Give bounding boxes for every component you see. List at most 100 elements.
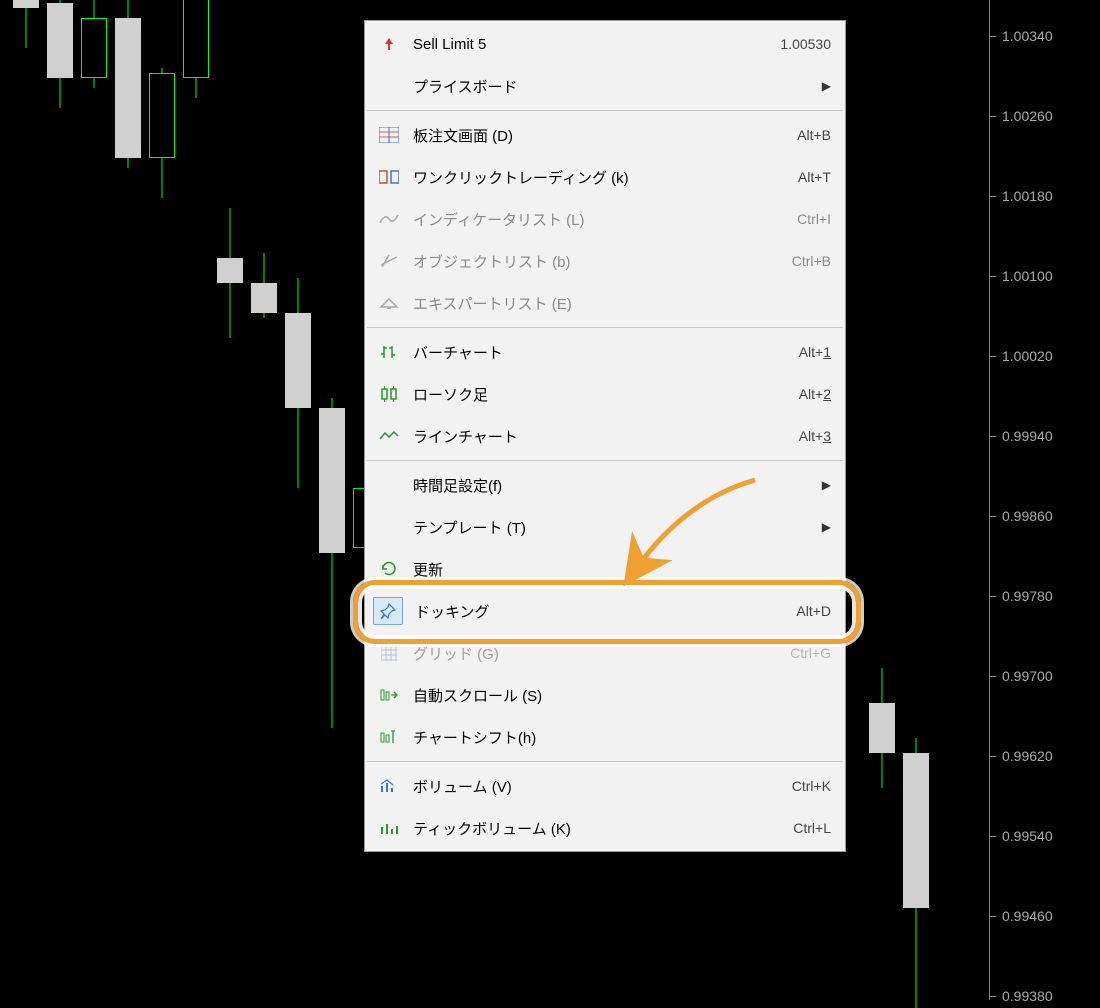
bar-icon [371, 342, 407, 362]
candle [319, 398, 345, 728]
price-tick-label: 1.00340 [1002, 28, 1053, 44]
menu-item-volumes[interactable]: ボリューム (V)Ctrl+K [365, 765, 845, 807]
tickvolume-icon [371, 818, 407, 838]
price-tick-label: 0.99460 [1002, 908, 1053, 924]
oneclick-icon [371, 167, 407, 187]
price-tick-label: 1.00020 [1002, 348, 1053, 364]
menu-item-tick-volumes[interactable]: ティックボリューム (K)Ctrl+L [365, 807, 845, 849]
menu-item-label: ボリューム (V) [407, 776, 792, 797]
candle [47, 0, 73, 108]
menu-item-templates[interactable]: テンプレート (T)▶ [365, 506, 845, 548]
menu-item-line-chart[interactable]: ラインチャートAlt+3 [365, 415, 845, 457]
context-menu: Sell Limit 51.00530プライスボード▶板注文画面 (D)Alt+… [364, 20, 846, 852]
price-axis: 1.003401.002601.001801.001001.000200.999… [989, 0, 1100, 1000]
menu-item-label: グリッド (G) [407, 643, 790, 664]
menu-item-chartshift[interactable]: チャートシフト(h) [365, 716, 845, 758]
menu-item-label: ワンクリックトレーディング (k) [407, 167, 798, 188]
menu-item-one-click[interactable]: ワンクリックトレーディング (k)Alt+T [365, 156, 845, 198]
menu-item-shortcut: Ctrl+L [793, 820, 831, 836]
blank-icon [371, 517, 407, 537]
menu-item-label: プライスボード [407, 76, 822, 97]
menu-item-sell-limit[interactable]: Sell Limit 51.00530 [365, 23, 845, 65]
menu-item-candlesticks[interactable]: ローソク足Alt+2 [365, 373, 845, 415]
menu-item-shortcut: Ctrl+I [797, 211, 831, 227]
price-tick-label: 0.99860 [1002, 508, 1053, 524]
price-tick-label: 0.99380 [1002, 988, 1053, 1004]
candle [251, 253, 277, 318]
object-icon [371, 251, 407, 271]
menu-item-timeframes[interactable]: 時間足設定(f)▶ [365, 464, 845, 506]
menu-item-label: 板注文画面 (D) [407, 125, 797, 146]
submenu-arrow-icon: ▶ [822, 478, 831, 492]
submenu-arrow-icon: ▶ [822, 79, 831, 93]
line-icon [371, 426, 407, 446]
menu-separator [367, 110, 843, 111]
volume-icon [371, 776, 407, 796]
depth-icon [371, 125, 407, 145]
menu-item-price-board[interactable]: プライスボード▶ [365, 65, 845, 107]
menu-item-shortcut: Alt+T [798, 169, 831, 185]
menu-item-autoscroll[interactable]: 自動スクロール (S) [365, 674, 845, 716]
menu-item-label: 更新 [407, 559, 831, 580]
menu-item-shortcut: Ctrl+G [790, 645, 831, 661]
candle-icon [371, 384, 407, 404]
price-tick-label: 0.99700 [1002, 668, 1053, 684]
menu-item-label: エキスパートリスト (E) [407, 293, 831, 314]
candle [217, 208, 243, 338]
refresh-icon [371, 559, 407, 579]
menu-item-object-list: オブジェクトリスト (b)Ctrl+B [365, 240, 845, 282]
menu-separator [367, 460, 843, 461]
price-tick-label: 1.00260 [1002, 108, 1053, 124]
menu-separator [367, 761, 843, 762]
menu-item-label: テンプレート (T) [407, 517, 822, 538]
menu-item-label: 自動スクロール (S) [407, 685, 831, 706]
autoscroll-icon [371, 685, 407, 705]
sell-limit-icon [371, 34, 407, 54]
menu-item-bar-chart[interactable]: バーチャートAlt+1 [365, 331, 845, 373]
menu-separator [367, 327, 843, 328]
price-tick-label: 0.99780 [1002, 588, 1053, 604]
menu-item-label: チャートシフト(h) [407, 727, 831, 748]
price-tick-label: 0.99620 [1002, 748, 1053, 764]
expert-icon [371, 293, 407, 313]
menu-item-label: ローソク足 [407, 384, 799, 405]
menu-item-shortcut: Ctrl+B [792, 253, 831, 269]
menu-item-grid[interactable]: グリッド (G)Ctrl+G [365, 632, 845, 674]
menu-item-label: ドッキング [409, 601, 796, 622]
candle [903, 738, 929, 1008]
price-tick-label: 0.99540 [1002, 828, 1053, 844]
blank-icon [371, 76, 407, 96]
pin-icon [373, 597, 403, 625]
submenu-arrow-icon: ▶ [822, 520, 831, 534]
candle [149, 68, 175, 198]
menu-item-label: オブジェクトリスト (b) [407, 251, 792, 272]
menu-item-label: 時間足設定(f) [407, 475, 822, 496]
menu-item-shortcut: 1.00530 [780, 36, 831, 52]
menu-item-expert-list: エキスパートリスト (E) [365, 282, 845, 324]
menu-item-shortcut: Alt+D [796, 603, 831, 619]
price-tick-label: 1.00100 [1002, 268, 1053, 284]
menu-item-label: ティックボリューム (K) [407, 818, 793, 839]
chartshift-icon [371, 727, 407, 747]
candle [183, 0, 209, 98]
menu-item-depth-of-market[interactable]: 板注文画面 (D)Alt+B [365, 114, 845, 156]
blank-icon [371, 475, 407, 495]
candle [81, 0, 107, 88]
menu-item-refresh[interactable]: 更新 [365, 548, 845, 590]
menu-item-shortcut: Alt+3 [799, 428, 831, 444]
price-tick-label: 1.00180 [1002, 188, 1053, 204]
menu-item-label: バーチャート [407, 342, 799, 363]
menu-item-docking[interactable]: ドッキングAlt+D [365, 590, 845, 632]
menu-item-label: ラインチャート [407, 426, 799, 447]
grid-icon [371, 643, 407, 663]
menu-item-label: インディケータリスト (L) [407, 209, 797, 230]
menu-item-shortcut: Ctrl+K [792, 778, 831, 794]
menu-item-shortcut: Alt+1 [799, 344, 831, 360]
candle [285, 278, 311, 488]
menu-item-label: Sell Limit 5 [407, 36, 780, 53]
menu-item-shortcut: Alt+B [797, 127, 831, 143]
indicator-icon [371, 209, 407, 229]
menu-item-shortcut: Alt+2 [799, 386, 831, 402]
candle [13, 0, 39, 48]
candle [115, 0, 141, 168]
